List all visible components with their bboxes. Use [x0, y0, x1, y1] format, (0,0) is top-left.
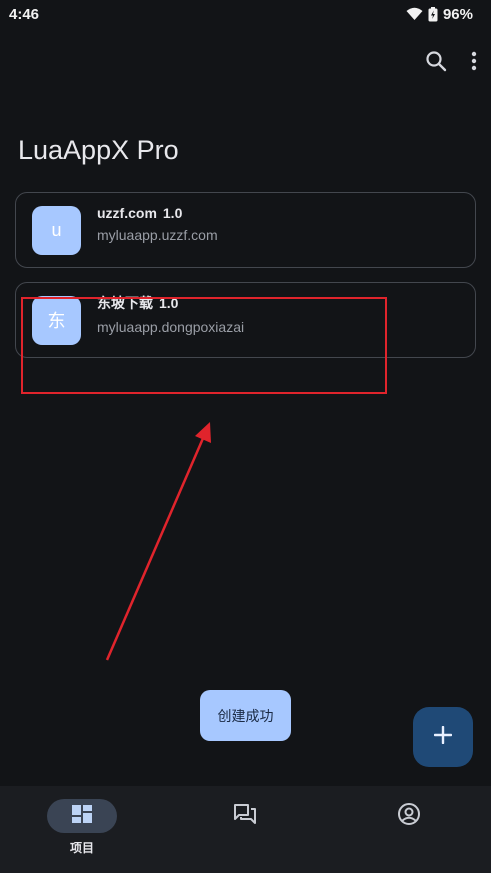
project-card[interactable]: u uzzf.com 1.0 myluaapp.uzzf.com: [15, 192, 476, 268]
add-project-button[interactable]: [413, 707, 473, 767]
wifi-icon: [406, 7, 423, 21]
page-title: LuaAppX Pro: [18, 135, 179, 165]
project-name: uzzf.com: [97, 205, 157, 221]
project-version: 1.0: [159, 295, 179, 311]
nav-indicator: [47, 799, 117, 833]
status-icons: 96%: [406, 6, 473, 23]
status-bar: 4:46 96%: [0, 0, 491, 28]
project-card[interactable]: 东 东坡下载 1.0 myluaapp.dongpoxiazai: [15, 282, 476, 358]
project-package: myluaapp.dongpoxiazai: [97, 319, 245, 335]
project-info: uzzf.com 1.0 myluaapp.uzzf.com: [97, 205, 218, 243]
nav-item-chat[interactable]: [210, 786, 280, 873]
project-title: uzzf.com 1.0: [97, 205, 218, 221]
search-icon[interactable]: [425, 50, 447, 72]
nav-indicator: [210, 799, 280, 833]
project-version: 1.0: [162, 205, 183, 221]
add-icon: [433, 725, 453, 748]
project-name: 东坡下载: [97, 295, 153, 311]
project-avatar: u: [32, 205, 81, 255]
battery-percent: 96%: [442, 5, 473, 23]
nav-indicator: [374, 799, 444, 833]
project-package: myluaapp.uzzf.com: [97, 227, 218, 243]
toast-message: 创建成功: [200, 690, 291, 741]
more-vert-icon[interactable]: [471, 51, 477, 71]
project-avatar: 东: [32, 295, 81, 345]
account-circle-icon: [397, 802, 421, 830]
dashboard-icon: [71, 804, 93, 828]
battery-icon: [428, 6, 438, 22]
project-list: u uzzf.com 1.0 myluaapp.uzzf.com 东 东坡下载 1.…: [15, 192, 476, 372]
nav-label-projects: 项目: [69, 841, 94, 855]
forum-icon: [233, 803, 257, 829]
bottom-nav: 项目: [0, 786, 491, 873]
status-time: 4:46: [9, 5, 40, 23]
project-info: 东坡下载 1.0 myluaapp.dongpoxiazai: [97, 293, 244, 335]
nav-item-projects[interactable]: 项目: [47, 786, 117, 873]
app-bar-actions: [425, 44, 477, 78]
nav-item-profile[interactable]: [374, 786, 444, 873]
project-title: 东坡下载 1.0: [97, 293, 244, 313]
